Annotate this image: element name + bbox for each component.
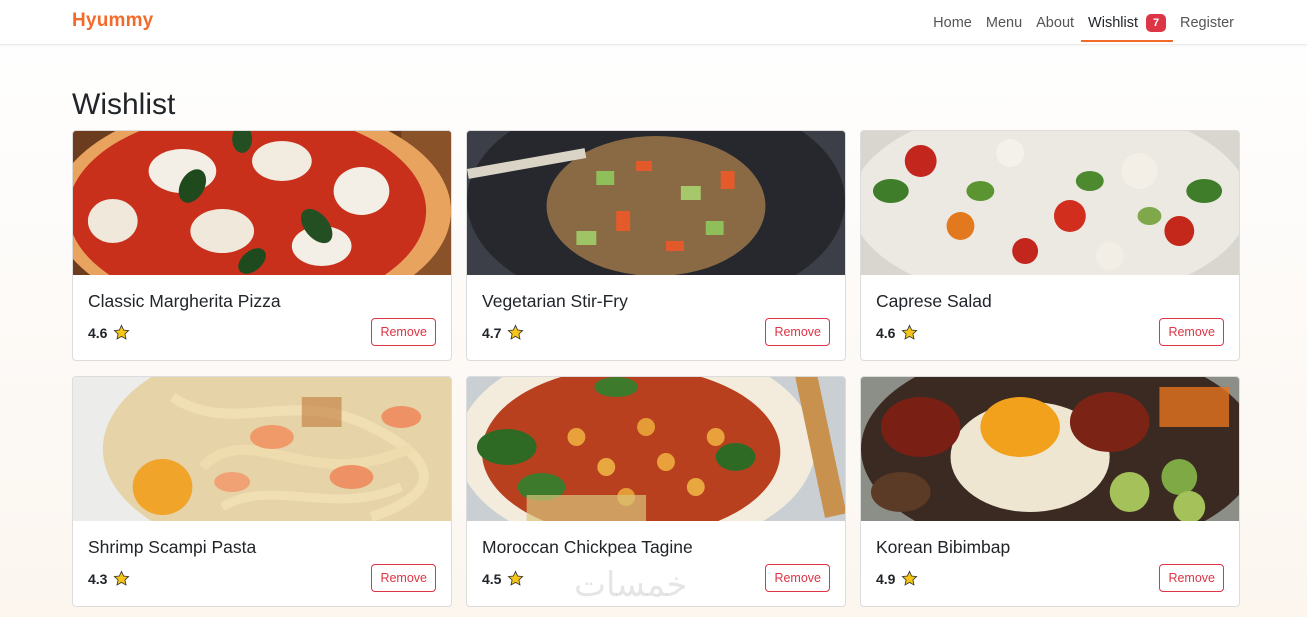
wishlist-count-badge: 7 [1146,13,1166,32]
recipe-image-pizza[interactable] [73,131,451,275]
remove-button[interactable]: Remove [765,318,830,346]
recipe-image-chickpea-tagine[interactable] [467,377,845,521]
nav-item-home[interactable]: Home [926,0,979,45]
wishlist-grid: Classic Margherita Pizza 4.6 Remove Vege… [72,130,1240,607]
star-icon [113,570,131,586]
rating-value: 4.6 [876,324,896,341]
recipe-title: Korean Bibimbap [876,537,1011,557]
recipe-card[interactable]: Caprese Salad 4.6 Remove [860,130,1240,361]
rating-value: 4.7 [482,324,502,341]
recipe-rating: 4.9 [876,570,919,587]
remove-button[interactable]: Remove [1159,564,1224,592]
nav-item-label: Menu [985,14,1023,31]
recipe-rating: 4.3 [88,570,131,587]
recipe-rating: 4.6 [88,324,131,341]
recipe-card[interactable]: Shrimp Scampi Pasta 4.3 Remove [72,376,452,607]
recipe-rating: 4.5 [482,570,525,587]
recipe-rating: 4.7 [482,324,525,341]
rating-value: 4.6 [88,324,108,341]
recipe-card[interactable]: Vegetarian Stir-Fry 4.7 Remove [466,130,846,361]
rating-value: 4.5 [482,570,502,587]
watermark: خمسات [574,565,688,605]
recipe-image-caprese[interactable] [861,131,1239,275]
recipe-image-stir-fry[interactable] [467,131,845,275]
recipe-title: Moroccan Chickpea Tagine [482,537,693,557]
recipe-title: Caprese Salad [876,291,992,311]
recipe-card[interactable]: Classic Margherita Pizza 4.6 Remove [72,130,452,361]
star-icon [507,324,525,340]
remove-button[interactable]: Remove [1159,318,1224,346]
nav-item-label: Wishlist [1088,14,1138,31]
nav-item-about[interactable]: About [1029,0,1081,45]
star-icon [901,324,919,340]
rating-value: 4.3 [88,570,108,587]
rating-value: 4.9 [876,570,896,587]
recipe-rating: 4.6 [876,324,919,341]
recipe-title: Classic Margherita Pizza [88,291,281,311]
recipe-title: Shrimp Scampi Pasta [88,537,257,557]
top-navbar: Hyummy Home Menu About Wishlist 7 Regist… [0,0,1307,45]
recipe-image-bibimbap[interactable] [861,377,1239,521]
remove-button[interactable]: Remove [371,564,436,592]
star-icon [901,570,919,586]
star-icon [113,324,131,340]
recipe-card[interactable]: Korean Bibimbap 4.9 Remove [860,376,1240,607]
recipe-title: Vegetarian Stir-Fry [482,291,628,311]
page-title: Wishlist [72,88,176,121]
main-nav: Home Menu About Wishlist 7 Register [926,0,1241,45]
remove-button[interactable]: Remove [765,564,830,592]
nav-item-label: About [1036,14,1075,31]
nav-item-label: Register [1180,14,1234,31]
nav-item-label: Home [933,14,972,31]
nav-item-register[interactable]: Register [1173,0,1241,45]
brand-logo[interactable]: Hyummy [72,10,153,32]
star-icon [507,570,525,586]
nav-item-menu[interactable]: Menu [979,0,1029,45]
nav-item-wishlist[interactable]: Wishlist 7 [1081,0,1173,45]
remove-button[interactable]: Remove [371,318,436,346]
recipe-image-shrimp-pasta[interactable] [73,377,451,521]
